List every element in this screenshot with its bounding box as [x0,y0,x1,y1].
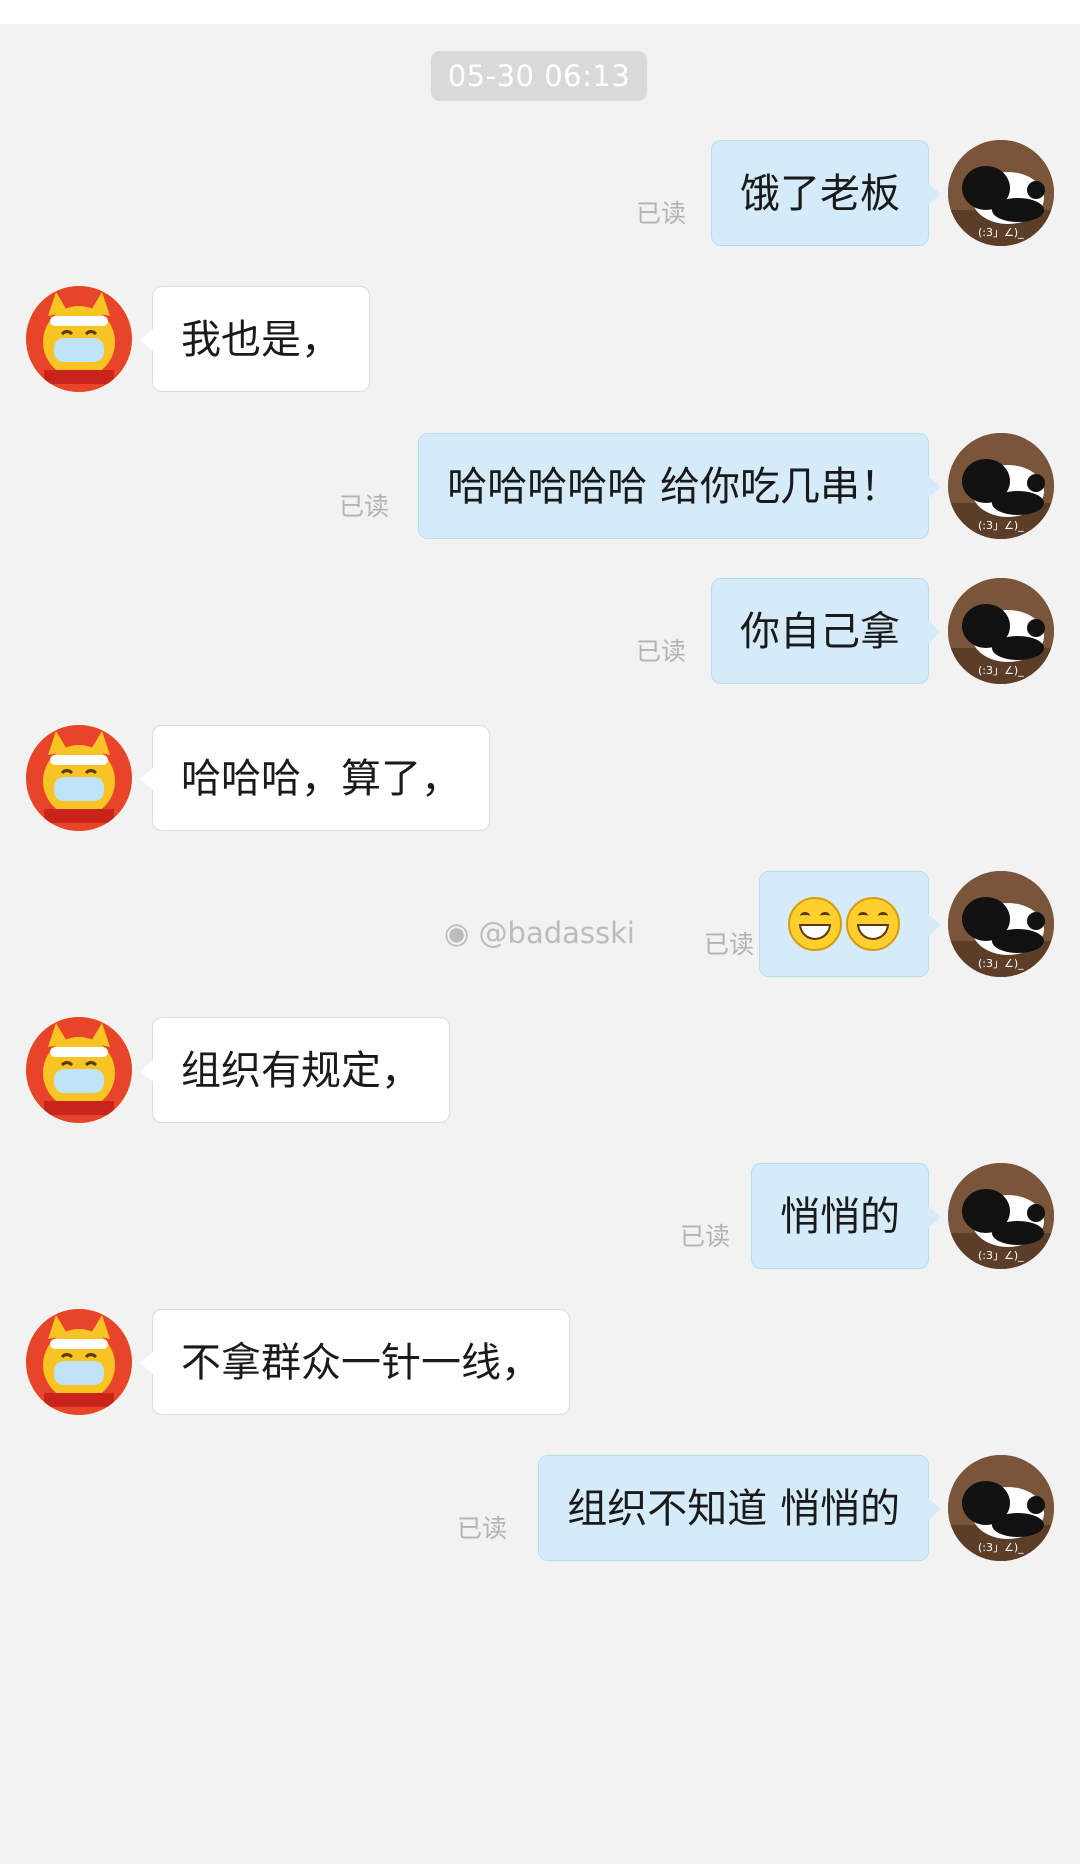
weibo-icon: ◉ [444,916,470,950]
svg-text:(:3」∠)_: (:3」∠)_ [978,664,1024,677]
message-bubble[interactable]: 悄悄的 [751,1163,941,1269]
panda-avatar[interactable]: (:3」∠)_ [948,433,1054,539]
panda-avatar[interactable]: (:3」∠)_ [948,1163,1054,1269]
svg-text:(:3」∠)_: (:3」∠)_ [978,1249,1024,1262]
cat-mask-avatar[interactable] [26,725,132,831]
message-bubble[interactable]: 饿了老板 [711,140,941,246]
panda-avatar[interactable]: (:3」∠)_ [948,871,1054,977]
svg-text:(:3」∠)_: (:3」∠)_ [978,519,1024,532]
svg-text:(:3」∠)_: (:3」∠)_ [978,1541,1024,1554]
cat-mask-avatar[interactable] [26,286,132,392]
message-row: 已读 悄悄的 (:3」∠)_ [0,1163,1080,1273]
message-row: 已读 哈哈哈哈哈 给你吃几串！ (:3」∠)_ [0,433,1080,543]
panda-avatar[interactable]: (:3」∠)_ [948,140,1054,246]
svg-text:(:3」∠)_: (:3」∠)_ [978,226,1024,239]
message-bubble[interactable]: 组织不知道 悄悄的 [538,1455,941,1561]
message-row: 不拿群众一针一线， [0,1309,1080,1419]
read-receipt: 已读 [703,930,754,959]
message-bubble[interactable]: 不拿群众一针一线， [140,1309,570,1415]
svg-text:(:3」∠)_: (:3」∠)_ [978,957,1024,970]
emoji-message-bubble[interactable] [759,871,941,977]
read-receipt: 已读 [456,1514,507,1543]
message-row: 已读 组织不知道 悄悄的 (:3」∠)_ [0,1455,1080,1565]
read-receipt: 已读 [338,492,389,521]
read-receipt: 已读 [635,637,686,666]
timestamp-badge: 05-30 06:13 [431,51,647,101]
message-bubble[interactable]: 哈哈哈哈哈 给你吃几串！ [418,433,941,539]
panda-avatar[interactable]: (:3」∠)_ [948,578,1054,684]
top-bar [0,0,1080,24]
message-bubble[interactable]: 哈哈哈，算了， [140,725,490,831]
grin-emoji-icon [788,897,842,951]
message-row: 组织有规定， [0,1017,1080,1127]
message-row: 已读 你自己拿 (:3」∠)_ [0,578,1080,688]
grin-emoji-icon [846,897,900,951]
watermark-text: @badasski [478,916,635,950]
message-bubble[interactable]: 组织有规定， [140,1017,450,1123]
message-bubble[interactable]: 我也是， [140,286,370,392]
message-row: 哈哈哈，算了， [0,725,1080,835]
cat-mask-avatar[interactable] [26,1017,132,1123]
panda-avatar[interactable]: (:3」∠)_ [948,1455,1054,1561]
read-receipt: 已读 [635,199,686,228]
message-bubble[interactable]: 你自己拿 [711,578,941,684]
read-receipt: 已读 [679,1222,730,1251]
cat-mask-avatar[interactable] [26,1309,132,1415]
weibo-watermark: ◉ @badasski [444,916,635,950]
message-row: 我也是， [0,286,1080,396]
message-row: 已读 饿了老板 (:3」∠)_ [0,140,1080,250]
